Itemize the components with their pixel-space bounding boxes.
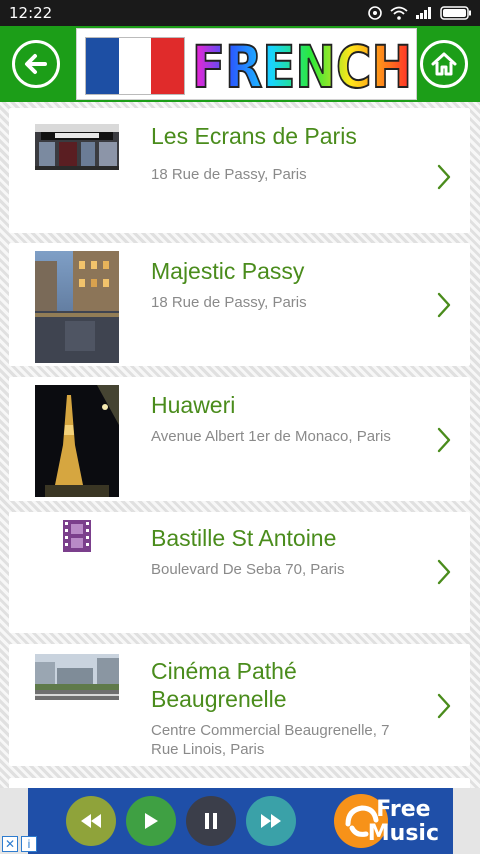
pause-button[interactable]	[186, 796, 236, 846]
play-icon	[145, 813, 158, 829]
banner-word: FRENCH	[192, 33, 412, 97]
hotspot-icon	[367, 5, 383, 21]
play-button[interactable]	[126, 796, 176, 846]
chevron-right-icon	[437, 559, 451, 585]
ad-text-line2: Music	[367, 821, 439, 846]
home-button[interactable]	[420, 40, 468, 88]
rewind-button[interactable]	[66, 796, 116, 846]
list-item[interactable]: Bastille St Antoine Boulevard De Seba 70…	[9, 512, 470, 633]
list-item[interactable]: Cinéma Pathé Beaugrenelle Centre Commerc…	[9, 644, 470, 766]
ad-info-button[interactable]: i	[21, 836, 37, 852]
arrow-left-icon	[25, 54, 47, 74]
item-title: Les Ecrans de Paris	[151, 123, 357, 149]
cinema-list[interactable]: Les Ecrans de Paris 18 Rue de Passy, Par…	[0, 102, 480, 788]
item-thumbnail	[35, 654, 119, 700]
item-address: Boulevard De Seba 70, Paris	[151, 561, 345, 578]
ad-bar[interactable]: Free Music ✕ i	[0, 788, 480, 854]
french-flag	[85, 37, 185, 95]
item-address: 18 Rue de Passy, Paris	[151, 294, 307, 311]
list-item[interactable]	[9, 778, 470, 788]
item-thumbnail	[35, 124, 119, 170]
ad-text-line1: Free	[376, 797, 431, 822]
film-strip-icon	[63, 520, 91, 552]
item-address: 18 Rue de Passy, Paris	[151, 166, 307, 183]
chevron-right-icon	[437, 292, 451, 318]
ad-text: Free Music	[368, 798, 439, 846]
signal-icon	[415, 6, 433, 20]
ad-info[interactable]: ✕ i	[2, 836, 37, 852]
back-button[interactable]	[12, 40, 60, 88]
app-header: FRENCH	[0, 26, 480, 102]
list-item[interactable]: Les Ecrans de Paris 18 Rue de Passy, Par…	[9, 108, 470, 233]
pause-icon	[205, 813, 217, 829]
wifi-icon	[390, 6, 408, 20]
item-thumbnail	[35, 251, 119, 363]
item-title: Bastille St Antoine	[151, 525, 337, 551]
item-thumbnail	[35, 385, 119, 497]
item-title: Huaweri	[151, 392, 236, 418]
item-address: Centre Commercial Beaugrenelle, 7 Rue Li…	[151, 722, 390, 758]
header-banner: FRENCH	[76, 28, 417, 100]
item-address: Avenue Albert 1er de Monaco, Paris	[151, 428, 391, 445]
battery-icon	[440, 6, 472, 20]
chevron-right-icon	[437, 164, 451, 190]
ad-banner[interactable]: Free Music	[28, 788, 453, 854]
status-time: 12:22	[9, 4, 53, 22]
banner-title: FRENCH	[191, 32, 413, 97]
fast-forward-button[interactable]	[246, 796, 296, 846]
ad-close-button[interactable]: ✕	[2, 836, 18, 852]
status-icons	[367, 5, 472, 21]
status-bar: 12:22	[0, 0, 480, 26]
list-item[interactable]: Huaweri Avenue Albert 1er de Monaco, Par…	[9, 377, 470, 501]
chevron-right-icon	[437, 427, 451, 453]
list-item[interactable]: Majestic Passy 18 Rue de Passy, Paris	[9, 243, 470, 366]
fast-forward-icon	[261, 814, 281, 828]
rewind-icon	[81, 814, 101, 828]
chevron-right-icon	[437, 693, 451, 719]
item-title: Majestic Passy	[151, 258, 305, 284]
home-icon	[431, 52, 457, 76]
item-title: Cinéma Pathé Beaugrenelle	[151, 658, 297, 712]
